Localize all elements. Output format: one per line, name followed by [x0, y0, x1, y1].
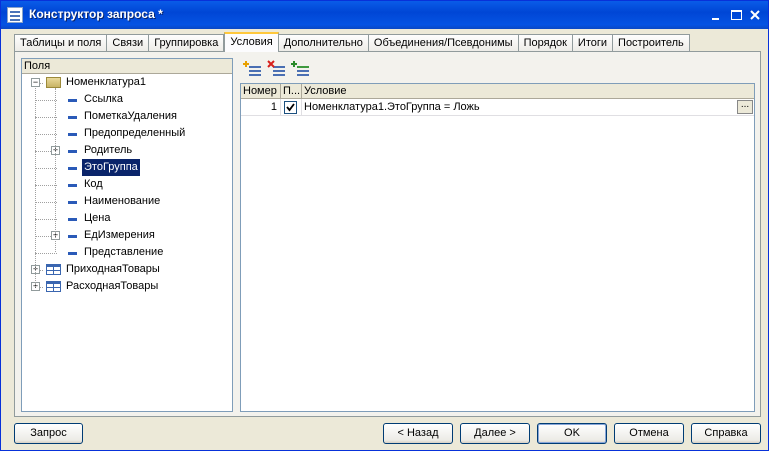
conditions-tab-panel: Поля − Номенклатура1 Ссылка ПометкаУдаления…: [14, 51, 761, 417]
tree-connector: [35, 202, 57, 203]
tree-item-label: Цена: [84, 212, 111, 224]
close-button[interactable]: [746, 6, 765, 25]
next-button[interactable]: Далее >: [460, 423, 530, 444]
tab-4[interactable]: Условия: [224, 32, 279, 52]
conditions-area: Номер П... Условие 1 Номенклатура1.ЭтоГр…: [240, 58, 755, 412]
close-icon: [750, 10, 760, 20]
tab-1[interactable]: Таблицы и поля: [14, 34, 108, 52]
tab-strip: Таблицы и поля Связи Группировка Условия Доп…: [14, 32, 690, 52]
minimize-button[interactable]: [707, 6, 726, 25]
delete-condition-button[interactable]: [267, 60, 287, 80]
tree-connector: [35, 185, 57, 186]
tab-5[interactable]: Дополнительно: [278, 34, 369, 52]
tree-item[interactable]: + Родитель: [22, 142, 232, 159]
title-bar[interactable]: Конструктор запроса *: [1, 1, 768, 29]
tree-item-label: Номенклатура1: [66, 76, 146, 88]
tree-item-label: ПометкаУдаления: [84, 110, 177, 122]
tree-item[interactable]: + ПриходнаяТовары: [22, 261, 232, 278]
tree-connector: [35, 117, 57, 118]
maximize-icon: [731, 10, 742, 20]
ok-button[interactable]: OK: [537, 423, 607, 444]
conditions-grid[interactable]: Номер П... Условие 1 Номенклатура1.ЭтоГр…: [240, 83, 755, 412]
tab-9[interactable]: Построитель: [613, 34, 690, 52]
tree-connector: [35, 219, 57, 220]
edit-condition-button[interactable]: ...: [737, 100, 753, 114]
field-icon: [68, 201, 77, 204]
tab-3[interactable]: Группировка: [149, 34, 225, 52]
add-condition-button[interactable]: [243, 60, 263, 80]
tree-item-label: Родитель: [84, 144, 133, 156]
column-number[interactable]: Номер: [241, 84, 281, 99]
tab-7[interactable]: Порядок: [518, 34, 573, 52]
row-number: 1: [241, 99, 281, 116]
tree-item[interactable]: Предопределенный: [22, 125, 232, 142]
row-condition[interactable]: Номенклатура1.ЭтоГруппа = Ложь ...: [302, 99, 754, 116]
app-icon: [7, 7, 23, 23]
window-title: Конструктор запроса *: [29, 7, 163, 21]
checkmark-icon[interactable]: [284, 101, 297, 114]
add-arbitrary-condition-button[interactable]: [291, 60, 311, 80]
tree-item[interactable]: Наименование: [22, 193, 232, 210]
tree-item[interactable]: Код: [22, 176, 232, 193]
grid-header: Номер П... Условие: [241, 84, 754, 99]
table-icon: [46, 281, 61, 292]
tree-connector: [35, 88, 36, 287]
tree-item-label: Представление: [84, 246, 164, 258]
tree-item-label: Наименование: [84, 195, 161, 207]
tab-2[interactable]: Связи: [107, 34, 150, 52]
fields-header: Поля: [22, 59, 232, 74]
tab-8[interactable]: Итоги: [572, 34, 614, 52]
field-icon: [68, 235, 77, 238]
delete-condition-icon: [267, 60, 285, 76]
folder-icon: [46, 77, 61, 88]
cancel-button[interactable]: Отмена: [614, 423, 684, 444]
tab-6[interactable]: Объединения/Псевдонимы: [368, 34, 519, 52]
add-condition-icon: [243, 61, 261, 76]
conditions-toolbar: [243, 60, 311, 80]
tree-item-label: Предопределенный: [84, 127, 186, 139]
field-icon: [68, 116, 77, 119]
tree-item[interactable]: − Номенклатура1: [22, 74, 232, 91]
field-icon: [68, 99, 77, 102]
maximize-button[interactable]: [727, 6, 746, 25]
field-icon: [68, 218, 77, 221]
tree-connector: [35, 100, 57, 101]
tree-item-label: ПриходнаяТовары: [66, 263, 160, 275]
row-use-checkbox[interactable]: [281, 99, 302, 116]
help-button[interactable]: Справка: [691, 423, 761, 444]
tree-item[interactable]: + РасходнаяТовары: [22, 278, 232, 295]
tree-item-label: РасходнаяТовары: [66, 280, 159, 292]
query-builder-window: Конструктор запроса * Таблицы и поля Связ…: [0, 0, 769, 451]
tree-item[interactable]: Ссылка: [22, 91, 232, 108]
field-icon: [68, 167, 77, 170]
tree-connector: [35, 168, 57, 169]
fields-tree-pane[interactable]: Поля − Номенклатура1 Ссылка ПометкаУдаления…: [21, 58, 233, 412]
tree-item-label: ЭтоГруппа: [82, 159, 140, 176]
field-icon: [68, 184, 77, 187]
collapse-icon[interactable]: −: [31, 78, 40, 87]
tree-connector: [55, 88, 56, 252]
tree-connector: [35, 134, 57, 135]
tree-item-label: ЕдИзмерения: [84, 229, 155, 241]
tree-item[interactable]: Цена: [22, 210, 232, 227]
field-icon: [68, 150, 77, 153]
tree-item-label: Код: [84, 178, 103, 190]
column-use[interactable]: П...: [281, 84, 302, 99]
field-icon: [68, 133, 77, 136]
condition-text: Номенклатура1.ЭтоГруппа = Ложь: [304, 101, 480, 113]
add-arbitrary-condition-icon: [291, 61, 309, 76]
tree-item-label: Ссылка: [84, 93, 123, 105]
table-icon: [46, 264, 61, 275]
back-button[interactable]: < Назад: [383, 423, 453, 444]
tree-item[interactable]: Представление: [22, 244, 232, 261]
tree-item[interactable]: ЭтоГруппа: [22, 159, 232, 176]
query-button[interactable]: Запрос: [14, 423, 83, 444]
column-condition[interactable]: Условие: [302, 84, 754, 99]
minimize-icon: [712, 18, 719, 20]
tree-item[interactable]: + ЕдИзмерения: [22, 227, 232, 244]
field-icon: [68, 252, 77, 255]
table-row[interactable]: 1 Номенклатура1.ЭтоГруппа = Ложь ...: [241, 99, 754, 116]
tree-connector: [35, 253, 57, 254]
tree-item[interactable]: ПометкаУдаления: [22, 108, 232, 125]
